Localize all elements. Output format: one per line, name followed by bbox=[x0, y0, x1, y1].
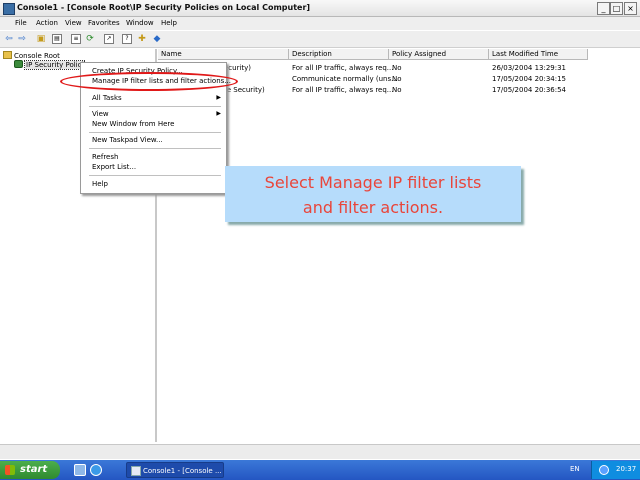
callout-line-2: and filter actions. bbox=[302, 198, 444, 217]
details-pane: Name Description Policy Assigned Last Mo… bbox=[158, 49, 640, 442]
help-icon[interactable]: ? bbox=[122, 34, 132, 44]
start-label: start bbox=[20, 464, 48, 475]
taskbar-item-label: Console1 - [Console ... bbox=[143, 467, 222, 475]
status-bar bbox=[0, 444, 640, 459]
clock[interactable]: 20:37 bbox=[616, 465, 636, 473]
menubar: File Action View Favorites Window Help bbox=[0, 17, 640, 30]
menu-separator bbox=[89, 106, 221, 107]
menu-item-view[interactable]: View bbox=[92, 110, 109, 118]
menu-help[interactable]: Help bbox=[161, 19, 177, 27]
column-header-last-modified[interactable]: Last Modified Time bbox=[489, 49, 588, 60]
ip-security-policy-icon bbox=[14, 60, 23, 68]
tree-node-label: Console Root bbox=[14, 52, 60, 60]
back-icon[interactable]: ⇦ bbox=[4, 34, 14, 44]
network-icon[interactable] bbox=[599, 465, 609, 475]
windows-logo-icon bbox=[5, 465, 15, 475]
row-assigned: No bbox=[392, 86, 402, 94]
taskbar: start Console1 - [Console ... EN 20:37 bbox=[0, 460, 640, 480]
column-header-policy-assigned[interactable]: Policy Assigned bbox=[389, 49, 489, 60]
menu-item-new-taskpad-view[interactable]: New Taskpad View... bbox=[92, 136, 163, 144]
row-name: ecurity) bbox=[224, 64, 252, 72]
show-desktop-icon[interactable] bbox=[74, 464, 86, 476]
minimize-button[interactable]: _ bbox=[597, 2, 610, 15]
callout-line-1: Select Manage IP filter lists bbox=[264, 173, 482, 192]
submenu-arrow-icon: ▶ bbox=[216, 110, 221, 117]
taskbar-item-console1[interactable]: Console1 - [Console ... bbox=[126, 462, 224, 478]
row-description: Communicate normally (uns... bbox=[292, 75, 398, 83]
tree-node-ip-security-policies[interactable]: IP Security Polici bbox=[14, 60, 86, 70]
tree-node-console-root[interactable]: Console Root bbox=[3, 51, 60, 60]
row-description: For all IP traffic, always req... bbox=[292, 86, 394, 94]
refresh-icon[interactable]: ⟳ bbox=[85, 34, 95, 44]
menu-separator bbox=[89, 148, 221, 149]
assign-icon[interactable]: ◆ bbox=[152, 34, 162, 44]
properties-icon[interactable]: ≡ bbox=[71, 34, 81, 44]
folder-icon bbox=[3, 51, 12, 59]
toolbar: ⇦ ⇨ ▣ ▤ ≡ ⟳ ↗ ? ✚ ◆ bbox=[0, 31, 640, 48]
add-filter-icon[interactable]: ✚ bbox=[137, 34, 147, 44]
system-tray: 20:37 bbox=[591, 461, 640, 479]
forward-icon[interactable]: ⇨ bbox=[17, 34, 27, 44]
menu-item-export-list[interactable]: Export List... bbox=[92, 163, 136, 171]
row-modified: 26/03/2004 13:29:31 bbox=[492, 64, 567, 72]
menu-separator bbox=[89, 132, 221, 133]
menu-item-refresh[interactable]: Refresh bbox=[92, 153, 118, 161]
mmc-app-icon bbox=[131, 466, 141, 476]
start-button[interactable]: start bbox=[0, 461, 60, 479]
maximize-button[interactable]: □ bbox=[610, 2, 623, 15]
menu-item-new-window[interactable]: New Window from Here bbox=[92, 120, 174, 128]
tree-node-label: IP Security Polici bbox=[23, 60, 86, 70]
row-modified: 17/05/2004 20:34:15 bbox=[492, 75, 567, 83]
menu-item-all-tasks[interactable]: All Tasks bbox=[92, 94, 122, 102]
menu-favorites[interactable]: Favorites bbox=[88, 19, 120, 27]
close-button[interactable]: × bbox=[624, 2, 637, 15]
window-titlebar: Console1 - [Console Root\IP Security Pol… bbox=[0, 0, 640, 17]
row-assigned: No bbox=[392, 75, 402, 83]
internet-explorer-icon[interactable] bbox=[90, 464, 102, 476]
show-hide-tree-icon[interactable]: ▤ bbox=[52, 34, 62, 44]
menu-action[interactable]: Action bbox=[36, 19, 58, 27]
menu-file[interactable]: File bbox=[15, 19, 27, 27]
up-folder-icon[interactable]: ▣ bbox=[36, 34, 46, 44]
export-icon[interactable]: ↗ bbox=[104, 34, 114, 44]
column-header-name[interactable]: Name bbox=[158, 49, 289, 60]
row-name: re Security) bbox=[224, 86, 265, 94]
row-description: For all IP traffic, always req... bbox=[292, 64, 394, 72]
window-title: Console1 - [Console Root\IP Security Pol… bbox=[17, 3, 311, 12]
submenu-arrow-icon: ▶ bbox=[216, 94, 221, 101]
menu-window[interactable]: Window bbox=[126, 19, 154, 27]
menu-separator bbox=[89, 175, 221, 176]
mmc-app-icon[interactable] bbox=[3, 3, 15, 15]
menu-view[interactable]: View bbox=[65, 19, 82, 27]
highlight-oval-annotation bbox=[60, 72, 238, 91]
column-header-description[interactable]: Description bbox=[289, 49, 389, 60]
language-indicator[interactable]: EN bbox=[570, 465, 580, 473]
row-modified: 17/05/2004 20:36:54 bbox=[492, 86, 567, 94]
menu-item-help[interactable]: Help bbox=[92, 180, 108, 188]
instruction-callout: Select Manage IP filter lists and filter… bbox=[225, 166, 521, 222]
row-assigned: No bbox=[392, 64, 402, 72]
